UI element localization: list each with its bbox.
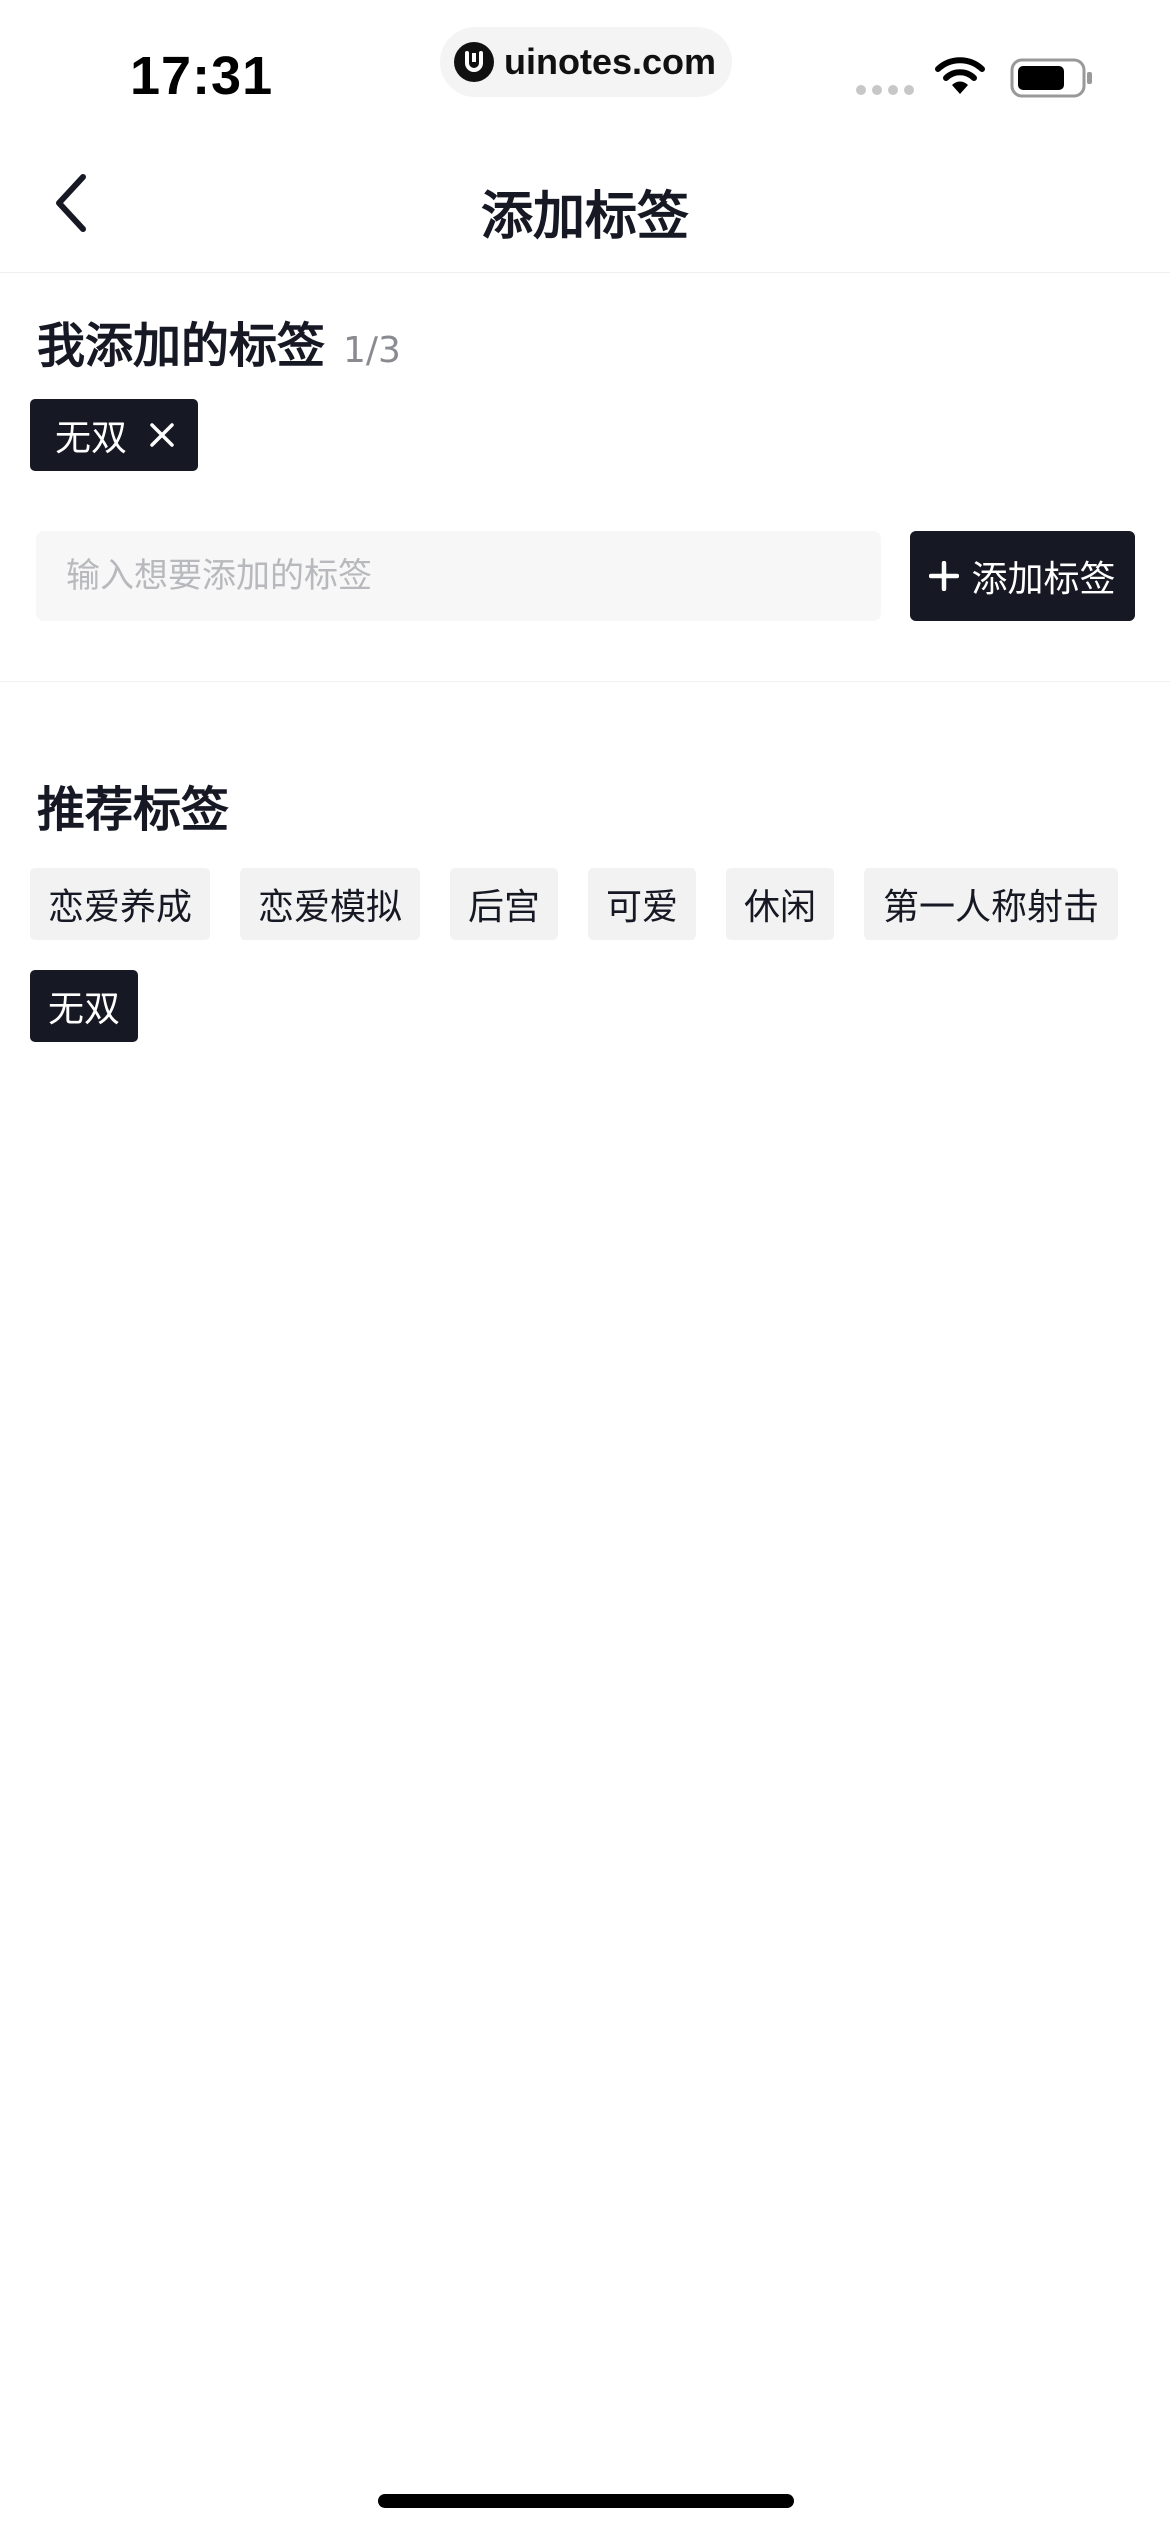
recommended-tag[interactable]: 后宫: [450, 868, 558, 940]
screen: 17:31 uinotes.com 添加标签 我添加的标签 1/3 无双 输入想…: [0, 0, 1170, 2532]
add-tag-label: 添加标签: [971, 559, 1116, 600]
recommended-tag-selected[interactable]: 无双: [30, 970, 138, 1042]
recommended-tag[interactable]: 第一人称射击: [864, 868, 1118, 940]
recommended-tag[interactable]: 恋爱模拟: [240, 868, 420, 940]
signal-icon: [856, 85, 914, 95]
tag-input[interactable]: [36, 531, 881, 621]
remove-tag-button[interactable]: [147, 420, 177, 450]
status-bar: 17:31 uinotes.com: [0, 0, 1170, 140]
tag-input-container: [36, 531, 881, 621]
home-indicator[interactable]: [378, 2494, 794, 2508]
my-tags-header: 我添加的标签 1/3: [37, 306, 401, 376]
recommended-tag[interactable]: 恋爱养成: [30, 868, 210, 940]
my-tags-title: 我添加的标签: [37, 318, 326, 374]
site-logo-icon: [454, 42, 494, 82]
url-pill[interactable]: uinotes.com: [440, 27, 732, 97]
battery-icon: [1010, 58, 1092, 98]
add-tag-button[interactable]: 添加标签: [910, 531, 1135, 621]
page-title: 添加标签: [480, 187, 689, 247]
section-divider: [0, 681, 1170, 682]
close-icon: [150, 423, 174, 447]
url-text: uinotes.com: [504, 41, 717, 82]
wifi-icon: [935, 57, 985, 94]
my-tag-label: 无双: [55, 418, 128, 459]
plus-icon: [929, 561, 960, 591]
my-tag-chip: 无双: [30, 399, 198, 471]
recommended-tag[interactable]: 休闲: [726, 868, 834, 940]
nav-bar: 添加标签: [0, 140, 1170, 273]
my-tags-count: 1/3: [343, 330, 401, 371]
status-time: 17:31: [130, 46, 274, 106]
recommended-title: 推荐标签: [37, 782, 230, 838]
recommended-tag[interactable]: 可爱: [588, 868, 696, 940]
